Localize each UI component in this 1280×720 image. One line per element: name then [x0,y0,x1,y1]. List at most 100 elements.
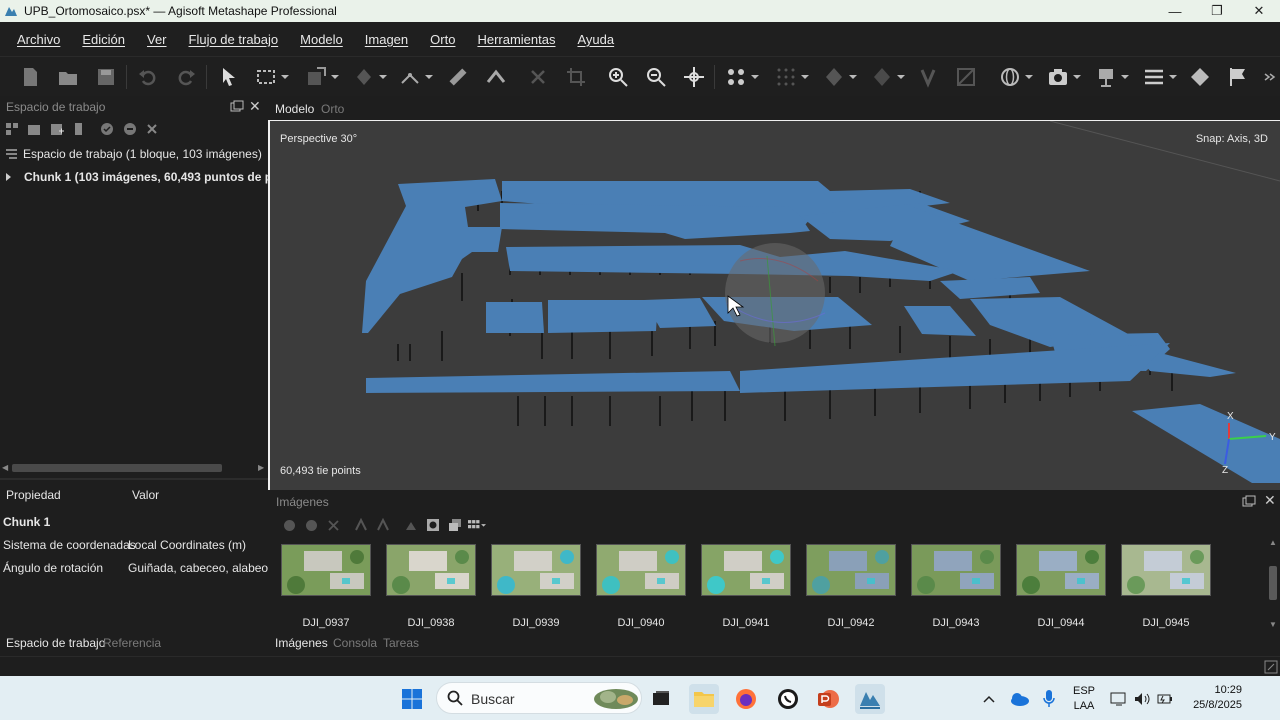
navigation-pointer-icon[interactable] [214,63,242,91]
float-images-panel-icon[interactable] [1242,495,1256,507]
maximize-button[interactable]: ❐ [1196,0,1238,22]
coordinate-system-row[interactable]: Sistema de coordenadas Local Coordinates… [0,535,268,555]
camera-position-icon[interactable] [1092,63,1129,91]
redo-icon[interactable] [172,63,200,91]
camera-icon[interactable] [1044,63,1081,91]
zoom-in-icon[interactable] [604,63,632,91]
tab-orto[interactable]: Orto [321,102,344,116]
tab-modelo[interactable]: Modelo [275,102,314,116]
image-thumbnail[interactable] [281,544,371,596]
stack-view-icon[interactable] [446,516,464,534]
minimize-button[interactable]: — [1154,0,1196,22]
new-document-icon[interactable] [16,63,44,91]
close-images-panel-icon[interactable]: ✕ [1264,492,1276,509]
ruler-icon[interactable] [396,63,433,91]
taskbar-search-box[interactable]: Buscar [436,682,642,714]
layers-menu-icon[interactable] [1140,63,1177,91]
tiled-model-icon[interactable] [914,63,942,91]
microphone-icon[interactable] [1034,684,1064,714]
menu-archivo[interactable]: Archivo [17,32,60,47]
rotate-object-icon[interactable] [350,63,387,91]
draw-polyline-icon[interactable] [444,63,472,91]
mesh-icon[interactable] [820,63,857,91]
battery-icon[interactable] [1150,684,1180,714]
windows-start-icon[interactable] [397,684,427,714]
images-vertical-scrollbar[interactable]: ▲ ▼ [1266,538,1280,630]
rectangle-selection-icon[interactable] [252,63,289,91]
image-thumbnail[interactable] [911,544,1001,596]
view-mode-icon[interactable] [468,516,486,534]
add-folder-icon[interactable] [48,120,66,138]
image-thumbnail[interactable] [701,544,791,596]
float-panel-icon[interactable] [230,100,244,112]
chunk-row[interactable]: Chunk 1 (103 imágenes, 60,493 puntos de … [0,167,268,187]
tab-consola[interactable]: Consola [333,636,377,650]
mask-icon[interactable] [424,516,442,534]
zoom-out-icon[interactable] [642,63,670,91]
resize-region-icon[interactable] [302,63,339,91]
image-thumbnail[interactable] [1121,544,1211,596]
undo-icon[interactable] [134,63,162,91]
remove-items-icon[interactable] [70,120,88,138]
metashape-taskbar-icon[interactable] [855,684,885,714]
move-icon[interactable] [680,63,708,91]
onedrive-icon[interactable] [1004,684,1034,714]
enable-cameras-icon[interactable] [280,516,298,534]
powerpoint-icon[interactable] [813,684,843,714]
dem-icon[interactable] [952,63,980,91]
close-panel-icon[interactable]: ✕ [249,98,261,115]
language-indicator-top[interactable]: ESP [1068,685,1100,697]
globe-view-icon[interactable] [996,63,1033,91]
dense-cloud-icon[interactable] [772,63,809,91]
enable-icon[interactable] [98,120,116,138]
flag-icon[interactable] [1224,63,1252,91]
resize-grip-icon[interactable] [1264,660,1278,674]
tab-imagenes[interactable]: Imágenes [275,636,328,650]
markers-icon[interactable] [1186,63,1214,91]
toolbar-overflow-icon[interactable] [1262,63,1276,91]
draw-polygon-icon[interactable] [482,63,510,91]
tab-tareas[interactable]: Tareas [383,636,419,650]
rotate-right-icon[interactable] [374,516,392,534]
remove-cameras-icon[interactable] [324,516,342,534]
image-thumbnail[interactable] [806,544,896,596]
task-view-icon[interactable] [646,684,676,714]
file-explorer-icon[interactable] [689,684,719,714]
open-folder-icon[interactable] [54,63,82,91]
point-cloud-icon[interactable] [722,63,759,91]
firefox-icon[interactable] [731,684,761,714]
close-window-button[interactable]: ✕ [1238,0,1280,22]
remove-icon[interactable] [143,120,161,138]
image-thumbnail[interactable] [386,544,476,596]
clock-time[interactable]: 10:29 [1184,684,1242,696]
image-thumbnail[interactable] [491,544,581,596]
menu-orto[interactable]: Orto [430,32,455,47]
tab-referencia[interactable]: Referencia [103,636,161,650]
rotate-left-icon[interactable] [352,516,370,534]
model-viewport[interactable]: Perspective 30° Snap: Axis, 3D 60,493 ti… [270,121,1280,490]
disable-icon[interactable] [121,120,139,138]
model-scene[interactable] [270,121,1280,490]
menu-ayuda[interactable]: Ayuda [577,32,614,47]
textured-model-icon[interactable] [868,63,905,91]
disable-cameras-icon[interactable] [302,516,320,534]
clock-date[interactable]: 25/8/2025 [1184,699,1242,711]
menu-imagen[interactable]: Imagen [365,32,408,47]
menu-herramientas[interactable]: Herramientas [477,32,555,47]
whatsapp-icon[interactable] [773,684,803,714]
menu-modelo[interactable]: Modelo [300,32,343,47]
chunk-property-row[interactable]: Chunk 1 [0,512,268,532]
tab-espacio-de-trabajo[interactable]: Espacio de trabajo [6,636,105,650]
add-photos-icon[interactable] [25,120,43,138]
workspace-horizontal-scrollbar[interactable]: ◀ ▶ [0,462,268,474]
show-hidden-icons-icon[interactable] [974,684,1004,714]
menu-ver[interactable]: Ver [147,32,167,47]
menu-flujo-de-trabajo[interactable]: Flujo de trabajo [189,32,279,47]
rotation-angle-row[interactable]: Ángulo de rotación Guiñada, cabeceo, ala… [0,558,268,578]
delete-selection-icon[interactable] [524,63,552,91]
image-thumbnail[interactable] [596,544,686,596]
save-icon[interactable] [92,63,120,91]
workspace-root-row[interactable]: Espacio de trabajo (1 bloque, 103 imágen… [0,144,268,164]
language-indicator-bottom[interactable]: LAA [1068,700,1100,712]
add-chunk-icon[interactable] [3,120,21,138]
